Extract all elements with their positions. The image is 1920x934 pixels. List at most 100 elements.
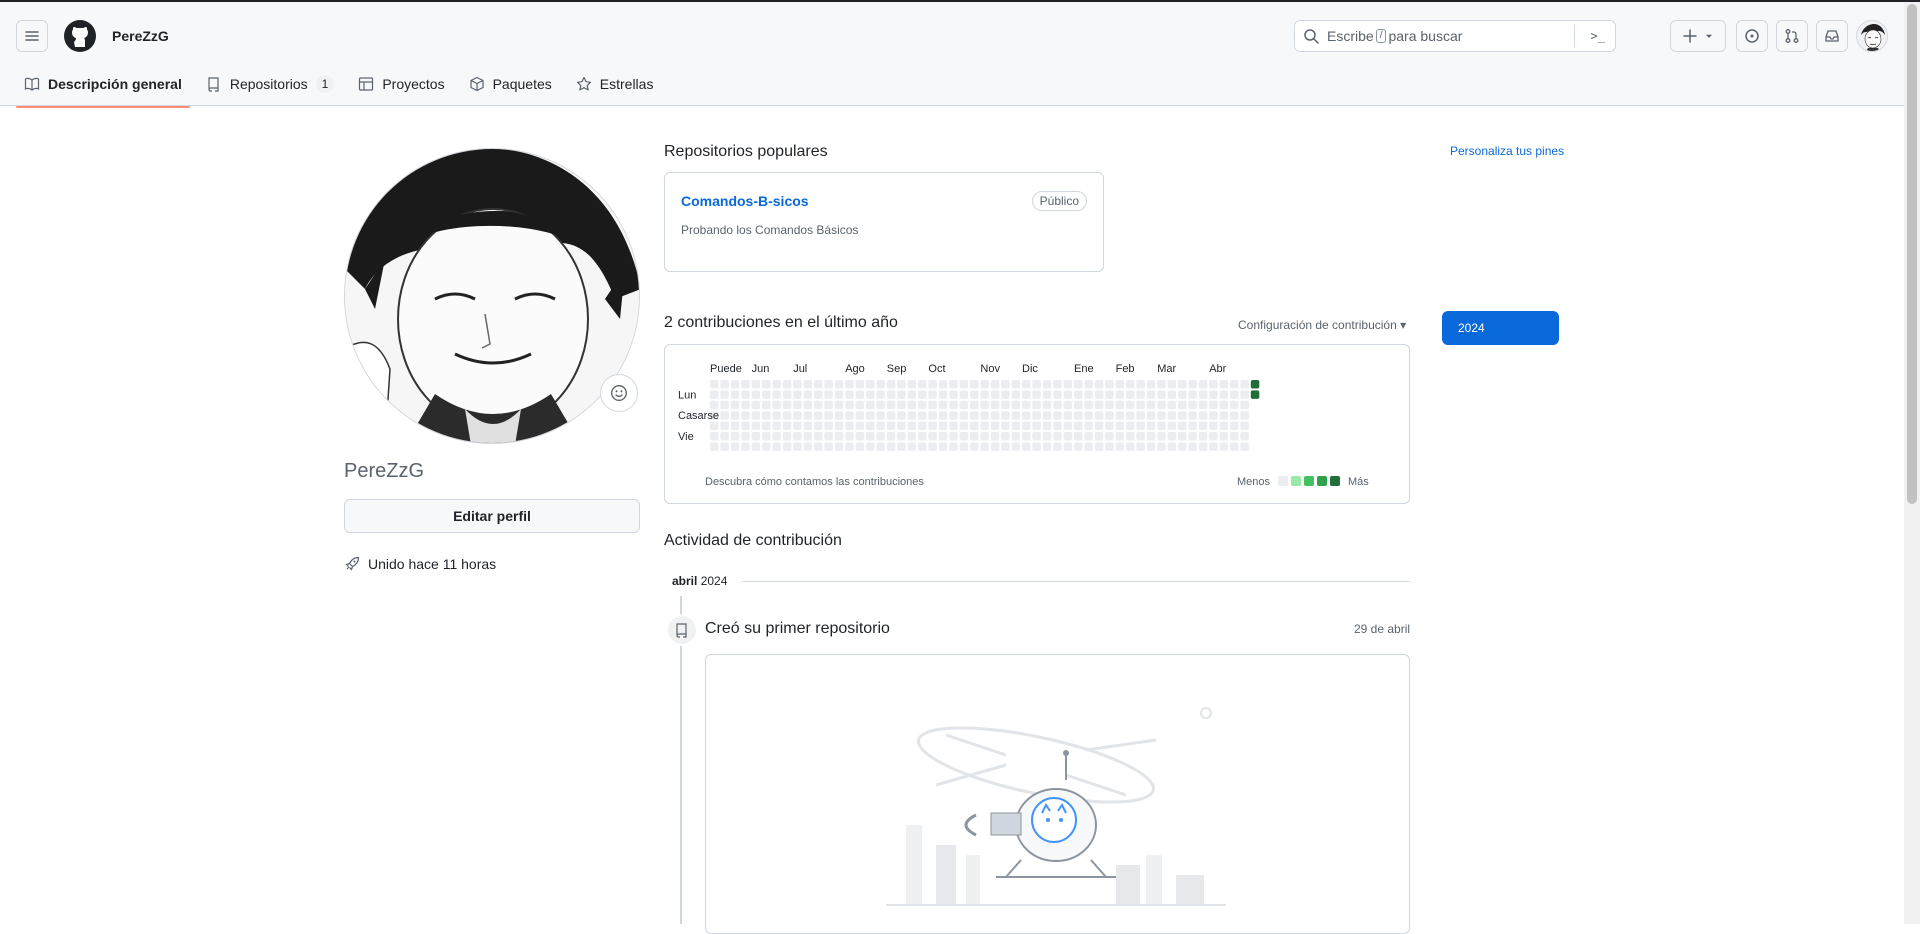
contribution-day-cell[interactable] bbox=[793, 400, 802, 410]
contribution-day-cell[interactable] bbox=[928, 421, 937, 431]
contribution-day-cell[interactable] bbox=[1094, 380, 1104, 389]
contribution-day-cell[interactable] bbox=[990, 442, 1000, 451]
contribution-day-cell[interactable] bbox=[782, 432, 792, 441]
contribution-day-cell[interactable] bbox=[1115, 380, 1125, 389]
contribution-day-cell[interactable] bbox=[970, 421, 979, 431]
contribution-day-cell[interactable] bbox=[1188, 390, 1197, 399]
contribution-day-cell[interactable] bbox=[949, 390, 958, 399]
contribution-day-cell[interactable] bbox=[886, 442, 896, 451]
contribution-day-cell[interactable] bbox=[741, 380, 750, 389]
contribution-day-cell[interactable] bbox=[886, 390, 896, 399]
contribution-day-cell[interactable] bbox=[1126, 400, 1135, 410]
contribution-day-cell[interactable] bbox=[928, 432, 937, 441]
contribution-day-cell[interactable] bbox=[907, 411, 917, 420]
contribution-day-cell[interactable] bbox=[897, 400, 906, 410]
contribution-day-cell[interactable] bbox=[1230, 421, 1239, 431]
contribution-day-cell[interactable] bbox=[1001, 380, 1010, 389]
contribution-day-cell[interactable] bbox=[876, 390, 885, 399]
contribution-day-cell[interactable] bbox=[1136, 400, 1145, 410]
contribution-day-cell[interactable] bbox=[834, 380, 844, 389]
contribution-day-cell[interactable] bbox=[1084, 432, 1093, 441]
contribution-day-cell[interactable] bbox=[980, 380, 989, 389]
contribution-day-cell[interactable] bbox=[1094, 400, 1104, 410]
contribution-day-cell[interactable] bbox=[928, 442, 937, 451]
contribution-day-cell[interactable] bbox=[793, 421, 802, 431]
contribution-day-cell[interactable] bbox=[1084, 390, 1093, 399]
contribution-day-cell[interactable] bbox=[1146, 400, 1156, 410]
contribution-day-cell[interactable] bbox=[980, 442, 989, 451]
contribution-day-cell[interactable] bbox=[710, 432, 719, 441]
contribution-day-cell[interactable] bbox=[1250, 390, 1260, 399]
contribution-day-cell[interactable] bbox=[730, 380, 740, 389]
contribution-day-cell[interactable] bbox=[730, 442, 740, 451]
contribution-day-cell[interactable] bbox=[1001, 390, 1010, 399]
contribution-day-cell[interactable] bbox=[741, 390, 750, 399]
contributions-help-link[interactable]: Descubra cómo contamos las contribucione… bbox=[705, 476, 924, 488]
contribution-day-cell[interactable] bbox=[1074, 411, 1083, 420]
contribution-day-cell[interactable] bbox=[814, 411, 823, 420]
contribution-day-cell[interactable] bbox=[855, 411, 865, 420]
contribution-day-cell[interactable] bbox=[1209, 390, 1218, 399]
contribution-day-cell[interactable] bbox=[814, 400, 823, 410]
contribution-day-cell[interactable] bbox=[741, 432, 750, 441]
contribution-day-cell[interactable] bbox=[1084, 400, 1093, 410]
contribution-day-cell[interactable] bbox=[918, 380, 927, 389]
contribution-day-cell[interactable] bbox=[949, 432, 958, 441]
contribution-day-cell[interactable] bbox=[1011, 380, 1021, 389]
contribution-day-cell[interactable] bbox=[980, 421, 989, 431]
contribution-day-cell[interactable] bbox=[1188, 432, 1197, 441]
contribution-day-cell[interactable] bbox=[710, 380, 719, 389]
contribution-day-cell[interactable] bbox=[1105, 380, 1114, 389]
contribution-day-cell[interactable] bbox=[907, 421, 917, 431]
contribution-day-cell[interactable] bbox=[866, 400, 875, 410]
contribution-day-cell[interactable] bbox=[824, 421, 833, 431]
repo-name-link[interactable]: Comandos-B-sicos bbox=[681, 193, 809, 209]
contribution-day-cell[interactable] bbox=[1178, 390, 1187, 399]
contribution-day-cell[interactable] bbox=[970, 442, 979, 451]
contribution-day-cell[interactable] bbox=[730, 421, 740, 431]
contribution-day-cell[interactable] bbox=[1209, 380, 1218, 389]
contribution-day-cell[interactable] bbox=[980, 400, 989, 410]
contribution-day-cell[interactable] bbox=[1146, 421, 1156, 431]
contribution-day-cell[interactable] bbox=[1001, 442, 1010, 451]
contribution-day-cell[interactable] bbox=[1011, 390, 1021, 399]
contribution-day-cell[interactable] bbox=[1157, 432, 1166, 441]
contribution-day-cell[interactable] bbox=[1167, 411, 1177, 420]
contribution-day-cell[interactable] bbox=[980, 432, 989, 441]
contribution-day-cell[interactable] bbox=[782, 390, 792, 399]
contribution-day-cell[interactable] bbox=[1209, 432, 1218, 441]
contribution-day-cell[interactable] bbox=[762, 380, 771, 389]
contribution-day-cell[interactable] bbox=[918, 400, 927, 410]
contribution-day-cell[interactable] bbox=[1219, 400, 1229, 410]
contribution-day-cell[interactable] bbox=[959, 390, 969, 399]
contribution-day-cell[interactable] bbox=[1188, 442, 1197, 451]
contribution-day-cell[interactable] bbox=[1022, 432, 1031, 441]
page-scrollbar[interactable] bbox=[1904, 2, 1920, 924]
contribution-day-cell[interactable] bbox=[1094, 390, 1104, 399]
contribution-day-cell[interactable] bbox=[710, 400, 719, 410]
github-logo-icon[interactable] bbox=[64, 20, 96, 52]
contribution-day-cell[interactable] bbox=[1188, 380, 1197, 389]
contribution-day-cell[interactable] bbox=[824, 390, 833, 399]
contribution-day-cell[interactable] bbox=[1178, 400, 1187, 410]
contribution-day-cell[interactable] bbox=[1042, 421, 1052, 431]
contribution-day-cell[interactable] bbox=[1094, 442, 1104, 451]
contribution-day-cell[interactable] bbox=[793, 442, 802, 451]
contribution-day-cell[interactable] bbox=[730, 432, 740, 441]
contribution-day-cell[interactable] bbox=[720, 421, 729, 431]
contribution-day-cell[interactable] bbox=[720, 380, 729, 389]
contribution-day-cell[interactable] bbox=[1198, 400, 1208, 410]
contribution-day-cell[interactable] bbox=[772, 380, 781, 389]
contribution-day-cell[interactable] bbox=[793, 411, 802, 420]
contribution-day-cell[interactable] bbox=[1126, 442, 1135, 451]
contribution-day-cell[interactable] bbox=[1126, 421, 1135, 431]
issues-button[interactable] bbox=[1736, 20, 1768, 52]
contribution-day-cell[interactable] bbox=[866, 421, 875, 431]
contribution-day-cell[interactable] bbox=[1178, 380, 1187, 389]
contribution-day-cell[interactable] bbox=[782, 400, 792, 410]
contribution-day-cell[interactable] bbox=[1115, 432, 1125, 441]
contribution-day-cell[interactable] bbox=[907, 400, 917, 410]
contribution-day-cell[interactable] bbox=[907, 442, 917, 451]
contribution-day-cell[interactable] bbox=[938, 421, 948, 431]
contribution-day-cell[interactable] bbox=[1157, 380, 1166, 389]
